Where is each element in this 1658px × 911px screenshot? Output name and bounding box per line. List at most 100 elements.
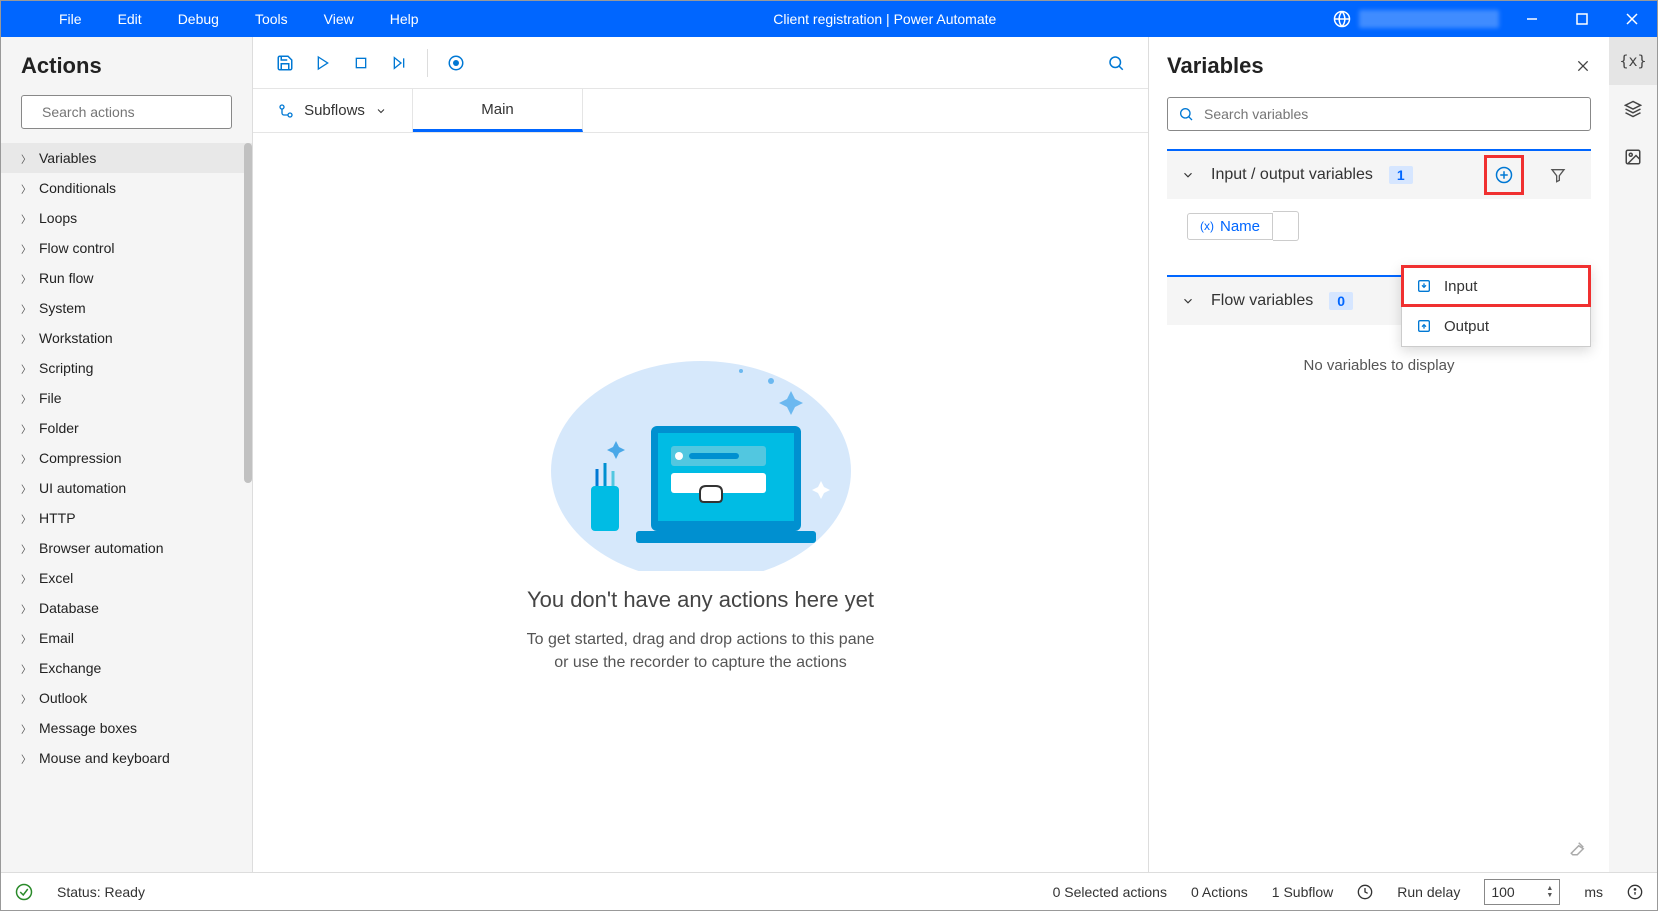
action-group-browser-automation[interactable]: 〉Browser automation [1,533,252,563]
canvas-empty-state: You don't have any actions here yet To g… [253,133,1148,872]
tab-main[interactable]: Main [413,89,583,132]
action-group-message-boxes[interactable]: 〉Message boxes [1,713,252,743]
rail-variables-button[interactable]: {x} [1609,37,1657,85]
variables-search[interactable] [1167,97,1591,131]
window-title: Client registration | Power Automate [437,11,1333,27]
action-group-http[interactable]: 〉HTTP [1,503,252,533]
clock-icon [1357,884,1373,900]
action-group-excel[interactable]: 〉Excel [1,563,252,593]
action-group-loops[interactable]: 〉Loops [1,203,252,233]
menu-edit[interactable]: Edit [100,11,160,27]
menu-file[interactable]: File [41,11,100,27]
action-list[interactable]: 〉Variables 〉Conditionals 〉Loops 〉Flow co… [1,143,252,872]
globe-icon [1333,10,1351,28]
filter-icon [1550,167,1566,183]
action-group-folder[interactable]: 〉Folder [1,413,252,443]
stop-button[interactable] [345,47,377,79]
status-subflows: 1 Subflow [1272,884,1333,900]
action-group-scripting[interactable]: 〉Scripting [1,353,252,383]
status-selected: 0 Selected actions [1053,884,1167,900]
variable-chip-extra[interactable] [1273,211,1299,241]
action-group-run-flow[interactable]: 〉Run flow [1,263,252,293]
rail-images-button[interactable] [1609,133,1657,181]
variable-icon: (x) [1200,219,1214,233]
action-group-database[interactable]: 〉Database [1,593,252,623]
variables-heading: Variables [1167,53,1575,79]
toolbar [253,37,1148,89]
menu-debug[interactable]: Debug [160,11,237,27]
menu-tools[interactable]: Tools [237,11,306,27]
empty-subtitle: To get started, drag and drop actions to… [527,629,875,674]
empty-title: You don't have any actions here yet [527,587,874,613]
actions-heading: Actions [1,37,252,89]
step-button[interactable] [383,47,415,79]
actions-panel: Actions 〉Variables 〉Conditionals 〉Loops … [1,37,253,872]
add-variable-popup: Input Output [1401,265,1591,347]
rail-layers-button[interactable] [1609,85,1657,133]
plus-icon [1495,166,1513,184]
info-icon[interactable] [1627,884,1643,900]
input-icon [1416,278,1432,294]
flow-variables-count: 0 [1329,292,1353,310]
action-group-compression[interactable]: 〉Compression [1,443,252,473]
action-group-file[interactable]: 〉File [1,383,252,413]
action-group-workstation[interactable]: 〉Workstation [1,323,252,353]
run-delay-label: Run delay [1397,884,1460,900]
account-blur [1359,10,1499,28]
search-icon [1178,106,1194,122]
io-variables-count: 1 [1389,166,1413,184]
record-button[interactable] [440,47,472,79]
action-group-mouse-keyboard[interactable]: 〉Mouse and keyboard [1,743,252,773]
add-variable-button[interactable] [1485,156,1523,194]
actions-search-input[interactable] [42,104,223,120]
menu-bar: File Edit Debug Tools View Help [1,11,437,27]
variables-panel: Variables Input / output variables 1 [1149,37,1609,872]
filter-variables-button[interactable] [1539,156,1577,194]
window-close[interactable] [1607,1,1657,37]
chevron-down-icon[interactable] [1181,294,1195,308]
action-group-ui-automation[interactable]: 〉UI automation [1,473,252,503]
menu-view[interactable]: View [306,11,372,27]
status-bar: Status: Ready 0 Selected actions 0 Actio… [1,872,1657,910]
subflows-dropdown[interactable]: Subflows [253,89,413,132]
action-group-system[interactable]: 〉System [1,293,252,323]
popup-input-option[interactable]: Input [1402,266,1590,306]
popup-output-option[interactable]: Output [1402,306,1590,346]
window-maximize[interactable] [1557,1,1607,37]
variable-chip-name[interactable]: (x) Name [1187,211,1571,241]
action-group-email[interactable]: 〉Email [1,623,252,653]
ms-label: ms [1584,884,1603,900]
action-group-flow-control[interactable]: 〉Flow control [1,233,252,263]
action-group-variables[interactable]: 〉Variables [1,143,252,173]
variable-name: Name [1220,218,1260,235]
run-button[interactable] [307,47,339,79]
status-actions: 0 Actions [1191,884,1248,900]
close-variables-button[interactable] [1575,58,1591,74]
scrollbar-thumb[interactable] [244,143,252,483]
chevron-down-icon [375,105,387,117]
eraser-icon[interactable] [1569,839,1587,857]
io-variables-title: Input / output variables [1211,166,1373,184]
canvas: Subflows Main [253,37,1149,872]
action-group-exchange[interactable]: 〉Exchange [1,653,252,683]
search-canvas-button[interactable] [1100,47,1132,79]
actions-search[interactable] [21,95,232,129]
action-group-outlook[interactable]: 〉Outlook [1,683,252,713]
run-delay-input[interactable]: 100 ▲▼ [1484,879,1560,905]
chevron-down-icon[interactable] [1181,168,1195,182]
flow-variables-title: Flow variables [1211,292,1313,310]
output-icon [1416,318,1432,334]
action-group-conditionals[interactable]: 〉Conditionals [1,173,252,203]
variables-search-input[interactable] [1204,106,1580,122]
menu-help[interactable]: Help [372,11,437,27]
tabs-bar: Subflows Main [253,89,1148,133]
right-rail: {x} [1609,37,1657,872]
subflows-icon [278,103,294,119]
io-variables-section: Input / output variables 1 (x) Name [1167,149,1591,259]
save-button[interactable] [269,47,301,79]
status-ok-icon [15,883,33,901]
status-text: Status: Ready [57,884,145,900]
empty-illustration [541,331,861,571]
window-minimize[interactable] [1507,1,1557,37]
delay-spinner[interactable]: ▲▼ [1546,885,1553,899]
